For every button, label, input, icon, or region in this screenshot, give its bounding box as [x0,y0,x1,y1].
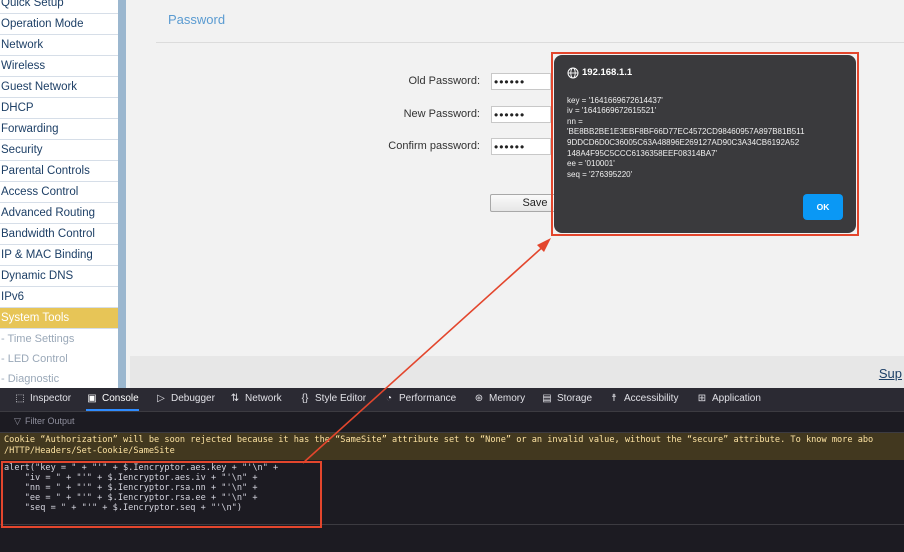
tab-style-editor[interactable]: {} Style Editor [299,388,366,411]
style-editor-icon: {} [301,393,309,404]
network-icon: ⇅ [230,393,240,404]
confirm-password-label: Confirm password: [388,140,480,152]
dialog-line-iv: iv = '1641669672615521' [567,106,657,115]
globe-icon [567,67,579,79]
tab-label: Application [712,393,761,404]
warning-text-line-1: Cookie “Authorization” will be soon reje… [4,435,874,445]
sidebar-item-ip-mac-binding[interactable]: IP & MAC Binding [0,245,118,266]
filter-icon: ▽ [14,416,21,426]
tab-label: Performance [399,393,457,404]
ok-button[interactable]: OK [803,194,843,220]
filter-input[interactable]: Filter Output [25,416,75,426]
sidebar-item-quick-setup[interactable]: Quick Setup [0,0,118,14]
tab-debugger[interactable]: ▷ Debugger [155,388,215,411]
page-title: Password [168,12,226,27]
console-icon: ▣ [87,393,97,404]
performance-icon: ◔ [385,393,393,404]
sidebar-item-dynamic-dns[interactable]: Dynamic DNS [0,266,118,287]
sidebar-item-security[interactable]: Security [0,140,118,161]
confirm-password-input[interactable]: •••••• [491,138,551,155]
application-icon: ⊞ [697,393,707,404]
devtools-tabbar: ⬚ Inspector ▣ Console ▷ Debugger ⇅ Network {… [0,388,904,412]
sidebar-item-operation-mode[interactable]: Operation Mode [0,14,118,35]
tab-label: Storage [557,393,593,404]
footer-strip [130,356,904,388]
content-gutter [126,0,156,388]
memory-icon: ⊛ [474,393,484,404]
dialog-line-nn-part3: 148A4F95C5CCC6136358EEF08314BA7' [567,149,718,158]
sidebar-subitem-diagnostic[interactable]: - Diagnostic [0,369,118,388]
dialog-line-nn-part2: 9DDCD6D0C36005C63A48896E269127AD90C3A34C… [567,138,800,147]
tab-label: Console [102,393,139,404]
sidebar-subitem-led-control[interactable]: - LED Control [0,349,118,369]
dialog-line-nn: nn = [567,117,583,126]
support-link[interactable]: Sup [879,366,902,381]
tab-network[interactable]: ⇅ Network [229,388,282,411]
sidebar-item-wireless[interactable]: Wireless [0,56,118,77]
sidebar-item-advanced-routing[interactable]: Advanced Routing [0,203,118,224]
dialog-line-key: key = '1641669672614437' [567,96,663,105]
debugger-icon: ▷ [157,393,165,404]
sidebar-item-dhcp[interactable]: DHCP [0,98,118,119]
accessibility-icon: ☨ [611,393,617,404]
tab-label: Inspector [30,393,72,404]
dialog-line-ee: ee = '010001' [567,159,615,168]
new-password-label: New Password: [403,108,480,120]
old-password-label: Old Password: [408,75,480,87]
sidebar-item-ipv6[interactable]: IPv6 [0,287,118,308]
sidebar-item-parental-controls[interactable]: Parental Controls [0,161,118,182]
console-warning-message: Cookie “Authorization” will be soon reje… [0,433,904,461]
tab-accessibility[interactable]: ☨ Accessibility [608,388,678,411]
tab-memory[interactable]: ⊛ Memory [473,388,525,411]
sidebar-item-system-tools[interactable]: System Tools [0,308,118,329]
sidebar-item-bandwidth-control[interactable]: Bandwidth Control [0,224,118,245]
code-highlight-box [1,461,322,528]
tab-label: Style Editor [315,393,367,404]
old-password-input[interactable]: •••••• [491,73,551,90]
dialog-host: 192.168.1.1 [582,67,633,78]
alert-dialog: 192.168.1.1 key = '1641669672614437' iv … [554,55,856,233]
tab-storage[interactable]: ▤ Storage [541,388,592,411]
dialog-line-seq: seq = '276395220' [567,170,633,179]
console-filter-bar: ▽ Filter Output [0,412,904,433]
sidebar-menu: Quick Setup Operation Mode Network Wirel… [0,0,118,388]
tab-label: Memory [489,393,526,404]
sidebar-item-forwarding[interactable]: Forwarding [0,119,118,140]
sidebar-item-access-control[interactable]: Access Control [0,182,118,203]
warning-text-line-2[interactable]: /HTTP/Headers/Set-Cookie/SameSite [4,446,175,456]
tab-console[interactable]: ▣ Console [86,388,139,411]
tab-performance[interactable]: ◔ Performance [383,388,456,411]
sidebar-item-network[interactable]: Network [0,35,118,56]
sidebar-item-guest-network[interactable]: Guest Network [0,77,118,98]
tab-label: Debugger [171,393,215,404]
dialog-line-nn-part1: 'BE8BB2BE1E3EBF8BF66D77EC4572CD98460957A… [567,127,805,136]
storage-icon: ▤ [542,393,552,404]
sidebar-border [118,0,126,388]
sidebar-subitem-time-settings[interactable]: - Time Settings [0,329,118,349]
tab-label: Accessibility [624,393,679,404]
tab-label: Network [245,393,282,404]
tab-application[interactable]: ⊞ Application [696,388,761,411]
tab-inspector[interactable]: ⬚ Inspector [14,388,71,411]
inspector-icon: ⬚ [15,393,25,404]
title-divider [156,42,904,43]
new-password-input[interactable]: •••••• [491,106,551,123]
